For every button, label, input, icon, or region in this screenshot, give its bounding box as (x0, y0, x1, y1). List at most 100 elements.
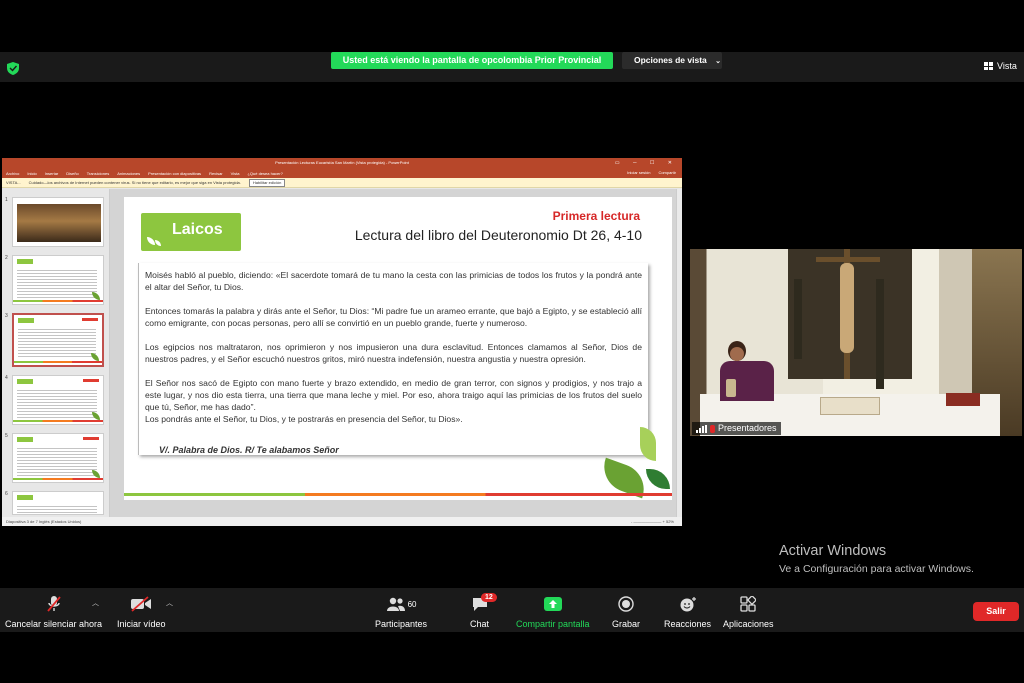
menu-item: Transiciones (86, 170, 110, 176)
warning-label: VISTA... (6, 180, 21, 185)
ppt-status-bar: Diapositiva 3 de 7 Inglés (Estados Unido… (2, 517, 682, 526)
zoom-level: - ——————— + 52% (630, 519, 674, 524)
mic-off-icon (5, 595, 102, 613)
laicos-text: Laicos (172, 221, 223, 238)
menu-item: Animaciones (117, 170, 141, 176)
menu-right-item: Iniciar sesión (627, 170, 651, 175)
thumb-number: 2 (5, 255, 8, 261)
apps-label: Aplicaciones (723, 619, 774, 629)
participants-icon: 60 (375, 595, 427, 613)
window-controls: ▭ ─ ☐ ✕ (614, 160, 678, 166)
slide-color-bar (124, 493, 672, 496)
slide: Laicos Primera lectura Lectura del libro… (124, 197, 672, 500)
menu-item: Vista (230, 170, 240, 176)
video-button[interactable]: Iniciar vídeo (117, 595, 166, 629)
slide-thumbnail (12, 197, 104, 247)
leaf-icon (155, 240, 161, 246)
ppt-title: Presentación Lecturas Eucaristía San Mar… (275, 160, 409, 165)
vista-button[interactable]: Vista (984, 61, 1017, 71)
status-left: Diapositiva 3 de 7 Inglés (Estados Unido… (6, 519, 82, 524)
chat-label: Chat (470, 619, 490, 629)
menu-right-item: Compartir (658, 170, 676, 175)
slide-thumbnail (12, 375, 104, 425)
reactions-button[interactable]: Reacciones (664, 595, 711, 629)
participants-count: 60 (407, 599, 417, 609)
video-label: Iniciar vídeo (117, 619, 166, 629)
signal-icon (696, 424, 707, 433)
menu-item: Archivo (6, 170, 20, 176)
reading-paragraph: Moisés habló al pueblo, diciendo: «El sa… (145, 270, 642, 292)
wall-panel (876, 279, 884, 389)
menu-item: Presentación con diapositivas (148, 170, 202, 176)
activate-title: Activar Windows (779, 543, 887, 559)
reading-paragraph: Entonces tomarás la palabra y dirás ante… (145, 306, 642, 328)
view-options-button[interactable]: Opciones de vista ⌄ (622, 52, 722, 69)
menu-item: Inicio (27, 170, 37, 176)
record-label: Grabar (612, 619, 641, 629)
mute-button[interactable]: Cancelar silenciar ahora (5, 595, 102, 629)
windows-activation-watermark: Activar Windows Ve a Configuración para … (779, 543, 974, 575)
reading-paragraph: El Señor nos sacó de Egipto con mano fue… (145, 378, 642, 412)
view-options-label: Opciones de vista (634, 55, 707, 65)
menu-item: Revisar (209, 170, 223, 176)
chat-badge: 12 (481, 593, 497, 602)
thumb-number: 4 (5, 375, 8, 381)
slide-thumbnail-selected (12, 313, 104, 367)
vista-label: Vista (997, 61, 1017, 71)
share-screen-icon (516, 595, 590, 613)
slide-editor: Laicos Primera lectura Lectura del libro… (110, 189, 682, 517)
apps-icon (723, 595, 774, 613)
slide-title: Lectura del libro del Deuteronomio Dt 26… (354, 227, 642, 243)
slide-thumbnail (12, 491, 104, 515)
chalice (726, 379, 736, 397)
video-name-label: Presentadores (692, 422, 781, 435)
reading-paragraph: Los egipcios nos maltrataron, nos oprimi… (145, 342, 642, 364)
mic-muted-icon (710, 424, 715, 433)
chevron-down-icon: ⌄ (715, 58, 721, 65)
video-off-icon (117, 595, 166, 613)
reading-paragraph: Los pondrás ante el Señor, tu Dios, y te… (145, 414, 463, 424)
record-button[interactable]: Grabar (612, 595, 640, 629)
chevron-up-icon[interactable]: ︿ (92, 598, 99, 608)
leaf-icon (147, 237, 155, 245)
protected-view-bar: VISTA... Cuidado—los archivos de Interne… (2, 178, 682, 188)
enable-editing-button: Habilitar edición (248, 178, 286, 187)
reactions-label: Reacciones (664, 619, 712, 629)
slide-thumbnail (12, 433, 104, 483)
book (820, 397, 880, 415)
thumb-number: 6 (5, 491, 8, 497)
slide-thumbnails: 1 2 3 4 5 6 (2, 189, 110, 517)
slide-heading: Primera lectura (552, 209, 640, 223)
share-screen-label: Compartir pantalla (516, 619, 590, 629)
ppt-menu-bar: Archivo Inicio Insertar Diseño Transicio… (2, 168, 682, 178)
participant-video[interactable]: Presentadores (690, 249, 1022, 436)
ppt-body: 1 2 3 4 5 6 Laicos Primera lectura Lectu… (2, 189, 682, 517)
shield-icon[interactable] (7, 62, 19, 75)
menu-item: Diseño (66, 170, 79, 176)
record-icon (612, 595, 640, 613)
apps-button[interactable]: Aplicaciones (723, 595, 774, 629)
shared-screen: Presentación Lecturas Eucaristía San Mar… (2, 158, 682, 526)
slide-thumbnail (12, 255, 104, 305)
share-screen-button[interactable]: Compartir pantalla (516, 595, 590, 629)
mute-label: Cancelar silenciar ahora (5, 619, 103, 629)
smiley-icon (664, 595, 711, 613)
thumb-number: 5 (5, 433, 8, 439)
laicos-logo: Laicos (141, 213, 241, 251)
warning-text: Cuidado—los archivos de Internet pueden … (28, 180, 241, 185)
crucifix (840, 263, 854, 353)
participants-label: Participantes (375, 619, 428, 629)
cross-beam (816, 257, 880, 262)
thumb-number: 3 (5, 313, 8, 319)
leave-button[interactable]: Salir (973, 602, 1019, 621)
share-banner: Usted está viendo la pantalla de opcolom… (331, 52, 613, 69)
leaf-icon (640, 427, 656, 461)
menu-item: Insertar (44, 170, 59, 176)
wall-panel (794, 279, 802, 359)
response-text: V/. Palabra de Dios. R/ Te alabamos Seño… (159, 445, 339, 455)
reading-box: Moisés habló al pueblo, diciendo: «El sa… (138, 263, 648, 455)
red-book (946, 393, 980, 406)
activate-subtitle: Ve a Configuración para activar Windows. (779, 563, 974, 575)
participants-button[interactable]: 60 Participantes (375, 595, 427, 629)
chevron-up-icon[interactable]: ︿ (166, 598, 173, 608)
